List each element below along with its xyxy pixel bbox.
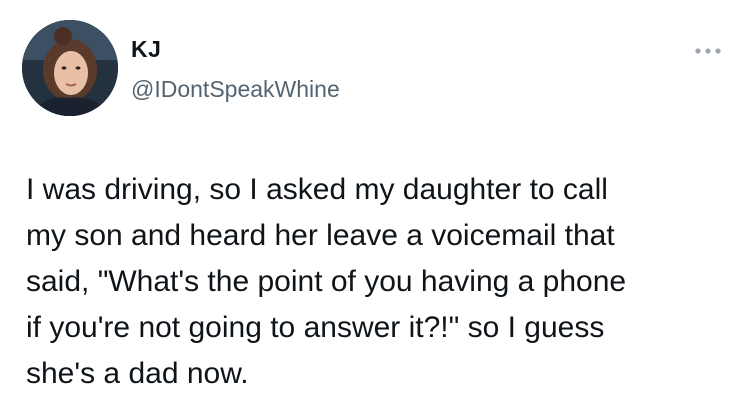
avatar[interactable] [22, 20, 118, 116]
more-options-icon[interactable] [690, 41, 726, 61]
author-name[interactable]: KJ [131, 36, 161, 63]
author-handle[interactable]: @IDontSpeakWhine [131, 76, 340, 103]
tweet-text: I was driving, so I asked my daughter to… [26, 173, 627, 390]
avatar-image [22, 20, 118, 116]
tweet-card: KJ @IDontSpeakWhine I was driving, so I … [0, 0, 750, 415]
